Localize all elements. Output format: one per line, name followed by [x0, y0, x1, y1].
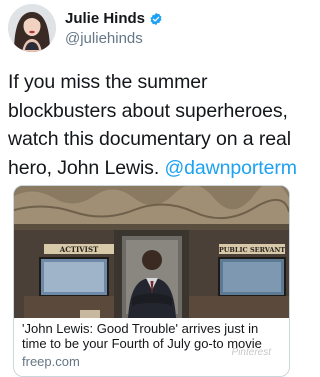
mention-link[interactable]: @dawnporterm — [164, 157, 297, 179]
verified-badge-icon — [149, 12, 163, 26]
card-image: ACTIVIST PUBLIC SERVANT — [14, 186, 289, 318]
link-card[interactable]: ACTIVIST PUBLIC SERVANT 'John Lewis: Goo… — [13, 185, 290, 377]
user-handle[interactable]: @juliehinds — [65, 30, 143, 47]
avatar-image — [8, 4, 56, 52]
activist-sign: ACTIVIST — [59, 245, 99, 254]
avatar[interactable] — [8, 4, 56, 52]
watermark: Pinterest — [231, 347, 271, 358]
card-domain: freep.com — [22, 354, 80, 369]
tweet-header: Julie Hinds @juliehinds — [8, 4, 292, 52]
display-name[interactable]: Julie Hinds — [65, 10, 145, 27]
public-servant-sign: PUBLIC SERVANT — [219, 246, 285, 254]
tweet-text: If you miss the summer blockbusters abou… — [8, 68, 300, 182]
